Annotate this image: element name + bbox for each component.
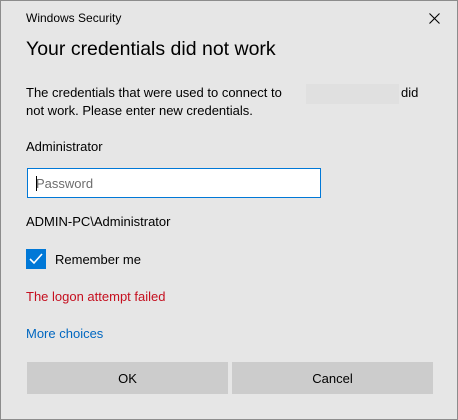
remember-me-label: Remember me — [55, 251, 141, 267]
dialog-heading: Your credentials did not work — [26, 38, 276, 60]
cancel-button[interactable]: Cancel — [232, 362, 433, 394]
title-bar: Windows Security — [1, 1, 457, 35]
window-title: Windows Security — [26, 11, 122, 25]
close-button[interactable] — [419, 5, 449, 31]
message-line1-end: did — [401, 85, 419, 100]
credentials-dialog: Windows Security Your credentials did no… — [0, 0, 458, 420]
checkmark-icon — [29, 253, 43, 265]
ok-button[interactable]: OK — [27, 362, 228, 394]
remember-me-checkbox[interactable] — [26, 249, 46, 269]
remember-me-option[interactable]: Remember me — [26, 248, 141, 270]
domain-user-label: ADMIN-PC\Administrator — [26, 214, 171, 229]
more-choices-link[interactable]: More choices — [26, 326, 103, 341]
username-label: Administrator — [26, 139, 103, 154]
message-line2: not work. Please enter new credentials. — [26, 103, 253, 118]
password-field[interactable] — [27, 168, 321, 198]
close-icon — [428, 12, 440, 24]
error-message: The logon attempt failed — [26, 289, 166, 304]
password-input[interactable] — [28, 169, 320, 197]
message-line1-start: The credentials that were used to connec… — [26, 85, 282, 100]
redacted-hostname — [306, 84, 399, 104]
text-caret — [36, 176, 37, 191]
